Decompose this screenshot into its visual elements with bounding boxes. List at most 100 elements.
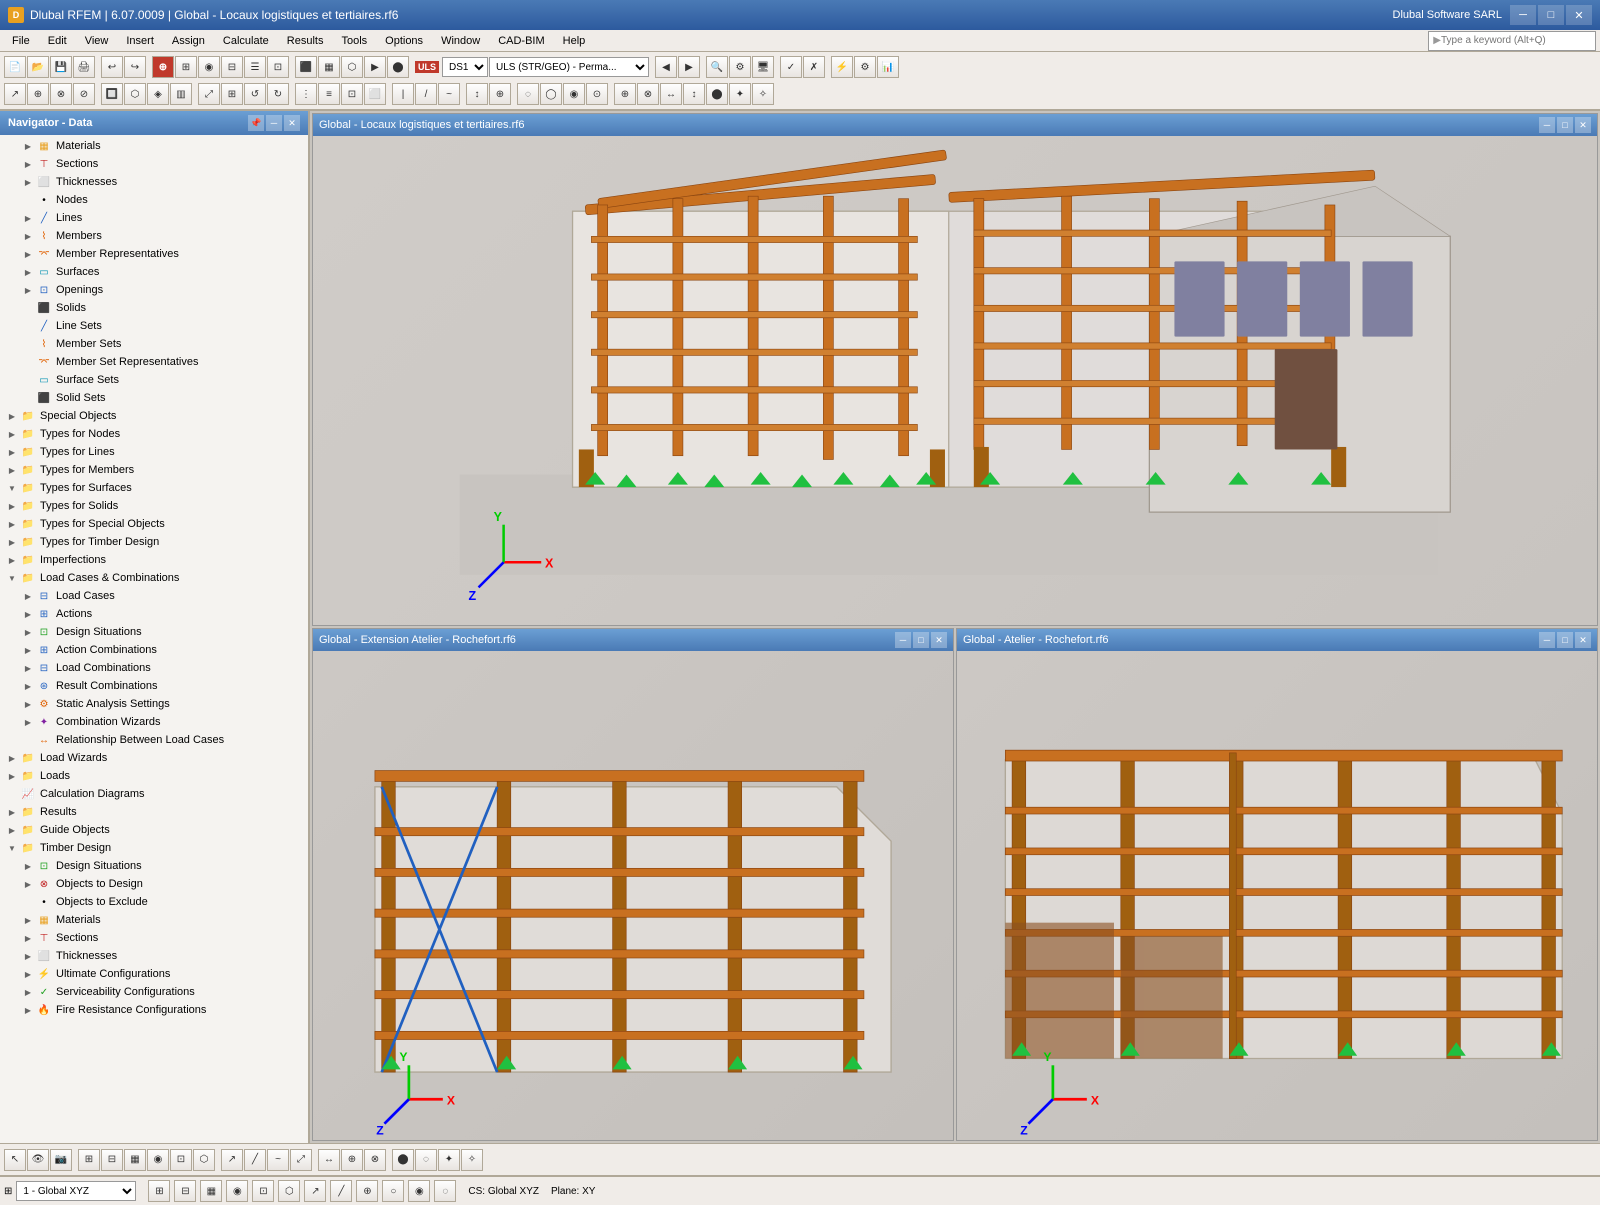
tb2-20[interactable]: ↕ (466, 83, 488, 105)
expand-lines[interactable] (20, 210, 36, 226)
expand-loadcases-folder[interactable] (4, 570, 20, 586)
tb-new[interactable]: 📄 (4, 56, 26, 78)
tb-btn-8[interactable]: ▦ (318, 56, 340, 78)
expand-td-serviceability[interactable] (20, 984, 36, 1000)
tb-zoom2[interactable]: ⚙ (729, 56, 751, 78)
expand-lc-actions[interactable] (20, 606, 36, 622)
expand-td-sections[interactable] (20, 930, 36, 946)
tb-print[interactable]: 🖨 (73, 56, 95, 78)
tree-item-td-thicknesses[interactable]: ⬜ Thicknesses (0, 947, 308, 965)
maximize-button[interactable]: □ (1538, 5, 1564, 25)
expand-lc-combwiz[interactable] (20, 714, 36, 730)
vp-bl-minimize[interactable]: ─ (895, 632, 911, 648)
tree-item-thicknesses[interactable]: ⬜ Thicknesses (0, 173, 308, 191)
menu-window[interactable]: Window (433, 33, 488, 49)
bt-13[interactable]: ⊗ (364, 1149, 386, 1171)
bt-6[interactable]: ⬡ (193, 1149, 215, 1171)
tb-check2[interactable]: ✗ (803, 56, 825, 78)
vp-br-maximize[interactable]: □ (1557, 632, 1573, 648)
tree-item-lc-relship[interactable]: ↔ Relationship Between Load Cases (0, 731, 308, 749)
bt-7[interactable]: ↗ (221, 1149, 243, 1171)
viewport-main[interactable]: Global - Locaux logistiques et tertiaire… (312, 113, 1598, 626)
status-btn-3[interactable]: ▦ (200, 1180, 222, 1202)
bt-3[interactable]: ▦ (124, 1149, 146, 1171)
tree-item-typesforsurfaces[interactable]: 📁 Types for Surfaces (0, 479, 308, 497)
tb2-9[interactable]: ⤢ (198, 83, 220, 105)
global-xyz-combo[interactable]: 1 - Global XYZ (16, 1181, 136, 1201)
tree-item-timberdesign[interactable]: 📁 Timber Design (0, 839, 308, 857)
bt-15[interactable]: ◌ (415, 1149, 437, 1171)
tree-item-solidsets[interactable]: ⬛ Solid Sets (0, 389, 308, 407)
tree-item-materials[interactable]: ▦ Materials (0, 137, 308, 155)
tree-item-loadcases-folder[interactable]: 📁 Load Cases & Combinations (0, 569, 308, 587)
tree-item-td-designsit[interactable]: ⊡ Design Situations (0, 857, 308, 875)
expand-results[interactable] (4, 804, 20, 820)
expand-member-reps[interactable] (20, 246, 36, 262)
status-btn-2[interactable]: ⊟ (174, 1180, 196, 1202)
tree-item-lines[interactable]: ╱ Lines (0, 209, 308, 227)
status-btn-10[interactable]: ○ (382, 1180, 404, 1202)
tree-item-td-fireresistance[interactable]: 🔥 Fire Resistance Configurations (0, 1001, 308, 1019)
tree-item-lc-designsit[interactable]: ⊡ Design Situations (0, 623, 308, 641)
nav-pin[interactable]: 📌 (248, 115, 264, 131)
close-button[interactable]: ✕ (1566, 5, 1592, 25)
tb2-12[interactable]: ↻ (267, 83, 289, 105)
tree-item-typesfortimber[interactable]: 📁 Types for Timber Design (0, 533, 308, 551)
tb2-5[interactable]: 🔲 (101, 83, 123, 105)
status-btn-8[interactable]: ╱ (330, 1180, 352, 1202)
tb-btn-6[interactable]: ⊡ (267, 56, 289, 78)
tb-save[interactable]: 💾 (50, 56, 72, 78)
tree-item-openings[interactable]: ⊡ Openings (0, 281, 308, 299)
tree-item-membersetreps[interactable]: ⌤ Member Set Representatives (0, 353, 308, 371)
tree-item-typesformembers[interactable]: 📁 Types for Members (0, 461, 308, 479)
tb2-7[interactable]: ◈ (147, 83, 169, 105)
nav-minimize[interactable]: ─ (266, 115, 282, 131)
menu-edit[interactable]: Edit (40, 33, 75, 49)
minimize-button[interactable]: ─ (1510, 5, 1536, 25)
menu-insert[interactable]: Insert (118, 33, 162, 49)
expand-thicknesses[interactable] (20, 174, 36, 190)
status-btn-9[interactable]: ⊕ (356, 1180, 378, 1202)
expand-typesforsolids[interactable] (4, 498, 20, 514)
status-btn-5[interactable]: ⊡ (252, 1180, 274, 1202)
tb2-10[interactable]: ⊞ (221, 83, 243, 105)
tree-item-specialobj[interactable]: 📁 Special Objects (0, 407, 308, 425)
expand-typesformembers[interactable] (4, 462, 20, 478)
status-btn-11[interactable]: ◉ (408, 1180, 430, 1202)
tb-btn-4[interactable]: ⊟ (221, 56, 243, 78)
nav-close[interactable]: ✕ (284, 115, 300, 131)
tree-item-td-materials[interactable]: ▦ Materials (0, 911, 308, 929)
bt-cam[interactable]: 📷 (50, 1149, 72, 1171)
expand-td-objtodesign[interactable] (20, 876, 36, 892)
expand-lc-resultcomb[interactable] (20, 678, 36, 694)
tree-item-calcdiag[interactable]: 📈 Calculation Diagrams (0, 785, 308, 803)
keyword-search[interactable]: ▶ (1428, 31, 1596, 51)
tree-item-td-objexclude[interactable]: • Objects to Exclude (0, 893, 308, 911)
bt-1[interactable]: ⊞ (78, 1149, 100, 1171)
status-btn-7[interactable]: ↗ (304, 1180, 326, 1202)
tb-zoom[interactable]: 🔍 (706, 56, 728, 78)
tree-item-lc-staticset[interactable]: ⚙ Static Analysis Settings (0, 695, 308, 713)
menu-calculate[interactable]: Calculate (215, 33, 277, 49)
tb2-19[interactable]: ~ (438, 83, 460, 105)
vp-main-minimize[interactable]: ─ (1539, 117, 1555, 133)
tree-item-lc-actioncomb[interactable]: ⊞ Action Combinations (0, 641, 308, 659)
expand-typesfortimber[interactable] (4, 534, 20, 550)
ds-combo[interactable]: DS1 (442, 57, 488, 77)
vp-bl-maximize[interactable]: □ (913, 632, 929, 648)
tb2-26[interactable]: ⊕ (614, 83, 636, 105)
status-btn-4[interactable]: ◉ (226, 1180, 248, 1202)
expand-lc-loadcomb[interactable] (20, 660, 36, 676)
tb2-21[interactable]: ⊕ (489, 83, 511, 105)
viewport-bottom-right[interactable]: Global - Atelier - Rochefort.rf6 ─ □ ✕ (956, 628, 1598, 1141)
bt-pointer[interactable]: ↖ (4, 1149, 26, 1171)
bt-11[interactable]: ↔ (318, 1149, 340, 1171)
expand-specialobj[interactable] (4, 408, 20, 424)
tree-item-imperfections[interactable]: 📁 Imperfections (0, 551, 308, 569)
tb-undo[interactable]: ↩ (101, 56, 123, 78)
expand-loads[interactable] (4, 768, 20, 784)
tb2-3[interactable]: ⊗ (50, 83, 72, 105)
tb2-4[interactable]: ⊘ (73, 83, 95, 105)
tb-check1[interactable]: ✓ (780, 56, 802, 78)
tb2-13[interactable]: ⋮ (295, 83, 317, 105)
